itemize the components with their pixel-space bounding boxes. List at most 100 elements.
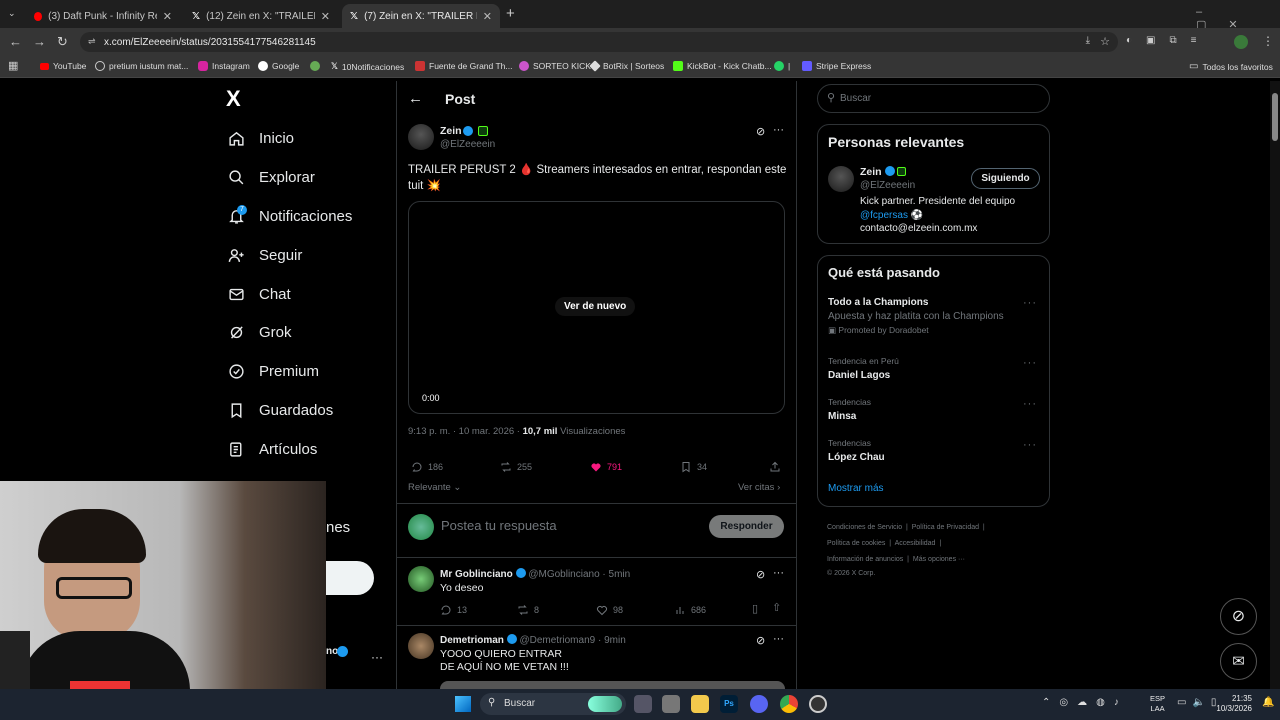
scrollbar[interactable]	[1270, 81, 1280, 689]
reply-author-name[interactable]: Demetrioman	[440, 635, 504, 646]
footer-link[interactable]: Condiciones de Servicio	[827, 524, 902, 531]
bookmark-pin[interactable]	[310, 61, 320, 71]
like-button[interactable]: 791	[590, 461, 622, 473]
following-button[interactable]: Siguiendo	[971, 168, 1040, 189]
nav-chat[interactable]: Chat	[228, 286, 291, 303]
reply-author-name[interactable]: Mr Goblinciano	[440, 569, 513, 580]
bookmark-button[interactable]: 34	[680, 461, 707, 473]
menu-icon[interactable]: ⋮	[1262, 34, 1274, 48]
bookmark-instagram[interactable]: Instagram	[198, 61, 250, 71]
quotes-link[interactable]: Ver citas ›	[738, 482, 780, 493]
search-box[interactable]: ⚲ Buscar	[817, 84, 1050, 113]
close-tab-icon[interactable]: ✕	[483, 10, 492, 23]
grok-icon[interactable]: ⊘	[756, 634, 765, 647]
footer-link[interactable]: Más opciones ···	[913, 556, 965, 563]
person-avatar[interactable]	[828, 166, 854, 192]
person-name[interactable]: Zein	[860, 166, 907, 178]
tab-daft-punk[interactable]: (3) Daft Punk - Infinity Repeatin ✕	[26, 4, 180, 28]
nav-grok[interactable]: Grok	[228, 324, 292, 341]
reply-avatar[interactable]	[408, 633, 434, 659]
bookmark-botrix[interactable]: BotRix | Sorteos	[589, 60, 664, 72]
close-tab-icon[interactable]: ✕	[321, 10, 330, 23]
app-icon[interactable]	[662, 695, 680, 713]
input-language[interactable]: ESP LAA	[1150, 694, 1165, 714]
share-button[interactable]	[769, 461, 781, 473]
trend-more-icon[interactable]: ···	[1023, 357, 1037, 369]
active-app-icon[interactable]	[809, 695, 827, 713]
trend-item[interactable]: Todo a la Champions Apuesta y haz platit…	[828, 297, 1043, 336]
account-more-icon[interactable]: ···	[371, 650, 383, 664]
more-icon[interactable]: ···	[773, 567, 784, 579]
extension-icons[interactable]: ◐▣⧉≡	[1126, 35, 1210, 46]
footer-link[interactable]: Información de anuncios	[827, 556, 903, 563]
reply-repost-button[interactable]: 8	[517, 604, 539, 616]
apps-icon[interactable]: ▦	[8, 59, 18, 72]
bookmark-whatsapp[interactable]: |	[774, 61, 790, 71]
trend-more-icon[interactable]: ···	[1023, 398, 1037, 410]
nav-explorar[interactable]: Explorar	[228, 169, 315, 186]
scrollbar-thumb[interactable]	[1272, 93, 1278, 141]
sort-dropdown[interactable]: Relevante ⌄	[408, 482, 461, 493]
grok-icon[interactable]: ⊘	[756, 125, 765, 138]
reply-button[interactable]: 186	[411, 461, 443, 473]
nav-inicio[interactable]: Inicio	[228, 130, 294, 147]
more-icon[interactable]: ···	[773, 633, 784, 645]
footer-link[interactable]: Accesibilidad	[895, 540, 936, 547]
tab-zein-7[interactable]: 𝕏 (7) Zein en X: "TRAILER PERUS ✕	[342, 4, 500, 28]
url-bar[interactable]: ⇌ x.com/ElZeeeein/status/203155417754628…	[80, 32, 1118, 52]
back-icon[interactable]: ←	[9, 34, 22, 49]
reply-views-button[interactable]: 686	[674, 604, 706, 616]
footer-link[interactable]: Política de cookies	[827, 540, 885, 547]
reply-media[interactable]	[440, 681, 785, 689]
start-icon[interactable]	[455, 696, 471, 712]
all-bookmarks[interactable]: ▭ Todos los favoritos	[1189, 61, 1273, 72]
author-handle[interactable]: @ElZeeeein	[440, 139, 495, 150]
install-icon[interactable]: ⤓	[1086, 35, 1090, 46]
clock[interactable]: 21:35 10/3/2026	[1210, 694, 1252, 714]
reply-reply-button[interactable]: 13	[440, 604, 467, 616]
discord-icon[interactable]	[750, 695, 768, 713]
reply-submit-button[interactable]: Responder	[709, 515, 784, 538]
nav-seguir[interactable]: Seguir	[228, 247, 302, 264]
nav-articulos[interactable]: Artículos	[228, 441, 317, 458]
bookmark-kickbot[interactable]: KickBot - Kick Chatb...	[673, 61, 772, 71]
replay-button[interactable]: Ver de nuevo	[555, 297, 636, 316]
nav-premium[interactable]: Premium	[228, 363, 319, 380]
tray-icons[interactable]: ⌃◎☁◍♪	[1042, 697, 1128, 708]
tab-search-icon[interactable]: ⌄	[8, 8, 16, 19]
reply-avatar[interactable]	[408, 566, 434, 592]
bookmark-youtube[interactable]: YouTube	[40, 61, 86, 71]
bookmark-pretium[interactable]: pretium iustum mat...	[95, 61, 188, 71]
author-avatar[interactable]	[408, 124, 434, 150]
site-info-icon[interactable]: ⇌	[88, 36, 96, 47]
author-name[interactable]: Zein	[440, 125, 462, 137]
task-view-icon[interactable]	[634, 695, 652, 713]
messages-float-button[interactable]: ✉	[1220, 643, 1257, 680]
chrome-icon[interactable]	[780, 695, 798, 713]
taskbar-search[interactable]: ⚲ Buscar	[480, 693, 626, 715]
profile-avatar[interactable]	[1234, 35, 1248, 49]
bio-link[interactable]: @fcpersas	[860, 210, 908, 221]
tab-zein-12[interactable]: 𝕏 (12) Zein en X: "TRAILER PERUS ✕	[184, 4, 338, 28]
footer-link[interactable]: Política de Privacidad	[912, 524, 979, 531]
x-logo[interactable]: X	[226, 86, 241, 112]
file-explorer-icon[interactable]	[691, 695, 709, 713]
reply-input[interactable]: Postea tu respuesta	[441, 518, 557, 533]
forward-icon[interactable]: →	[33, 34, 46, 49]
bookmark-10notif[interactable]: 𝕏 10Notificaciones	[331, 61, 404, 72]
trend-item[interactable]: Tendencia en Perú Daniel Lagos	[828, 356, 899, 381]
close-tab-icon[interactable]: ✕	[163, 10, 172, 23]
new-tab-button[interactable]: +	[506, 5, 515, 22]
star-icon[interactable]: ☆	[1100, 35, 1110, 48]
trend-more-icon[interactable]: ···	[1023, 297, 1037, 309]
more-icon[interactable]: ···	[773, 124, 784, 136]
trend-more-icon[interactable]: ···	[1023, 439, 1037, 451]
notification-icon[interactable]: 🔔	[1262, 697, 1274, 708]
bookmark-icon[interactable]: ▯	[752, 602, 758, 615]
back-button[interactable]: ←	[408, 90, 423, 107]
show-more-link[interactable]: Mostrar más	[828, 483, 884, 494]
nav-guardados[interactable]: Guardados	[228, 402, 333, 419]
share-icon[interactable]: ⇧	[772, 601, 781, 614]
bookmark-sorteo[interactable]: SORTEO KICK	[519, 61, 591, 71]
reply-like-button[interactable]: 98	[596, 604, 623, 616]
